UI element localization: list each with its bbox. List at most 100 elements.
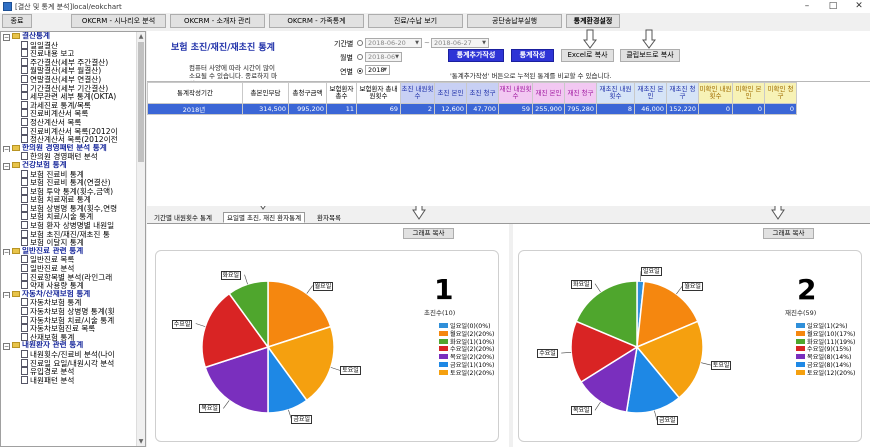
tree-item[interactable]: 산재보험 통계 bbox=[1, 332, 138, 341]
table-cell[interactable]: 2018년 bbox=[147, 103, 243, 115]
tree-group[interactable]: − 한의원 경영패턴 분석 통계 bbox=[1, 144, 138, 153]
stats-settings-button[interactable]: 통계환경설정 bbox=[566, 14, 620, 28]
graph-copy-button-right[interactable]: 그래프 복사 bbox=[763, 228, 814, 239]
tree-item[interactable]: 자동차보험 치료/시술 통계 bbox=[1, 315, 138, 324]
column-header[interactable]: 미확인 본인 bbox=[732, 82, 765, 104]
tree-item[interactable]: 내원패턴 분석 bbox=[1, 375, 138, 384]
treatment-payment-button[interactable]: 진료/수납 보기 bbox=[368, 14, 463, 28]
year-select[interactable]: 2018 ▼ bbox=[365, 65, 390, 75]
collapse-icon[interactable]: − bbox=[3, 34, 10, 41]
tree-item[interactable]: 세무관련 세부 통계(OKTA) bbox=[1, 92, 138, 101]
period-radio[interactable] bbox=[357, 40, 363, 46]
column-header[interactable]: 재초진 청구 bbox=[666, 82, 699, 104]
tree-item[interactable]: 기간결산(세부 기간결산) bbox=[1, 83, 138, 92]
table-cell[interactable]: 11 bbox=[326, 103, 357, 115]
tree-item[interactable]: 보험 투약 통계(횟수,금액) bbox=[1, 186, 138, 195]
add-stats-button[interactable]: 통계추가작성 bbox=[448, 49, 504, 62]
tree-item[interactable]: 한의원 경영패턴 분석 bbox=[1, 152, 138, 161]
tree-item[interactable]: 주간결산(세부 주간결산) bbox=[1, 57, 138, 66]
tree-item[interactable]: 보험 진료비 통계 bbox=[1, 169, 138, 178]
tree-group[interactable]: − 건강보험 통계 bbox=[1, 161, 138, 170]
tree-item[interactable]: 내원횟수/진료비 분석(나이 bbox=[1, 349, 138, 359]
tree-item[interactable]: 자동차보험 상병명 통계(횟 bbox=[1, 307, 138, 316]
scroll-down-icon[interactable]: ▼ bbox=[137, 437, 145, 446]
tree-item[interactable]: 진료비계산서 목록 bbox=[1, 109, 138, 118]
tree-item[interactable]: 일반진료 목록 bbox=[1, 255, 138, 264]
collapse-icon[interactable]: − bbox=[3, 291, 10, 299]
close-button[interactable]: ✕ bbox=[848, 0, 870, 13]
column-header[interactable]: 보험환자 총수 bbox=[326, 82, 357, 104]
tree-item[interactable]: 연말결산(세부 연결산) bbox=[1, 74, 138, 84]
month-picker[interactable]: 2018-06 ▼ bbox=[365, 52, 402, 62]
table-cell[interactable]: 8 bbox=[596, 103, 635, 115]
tree-item[interactable]: 약재 사용량 통계 bbox=[1, 281, 138, 290]
tree-item[interactable]: 자동차보험 통계 bbox=[1, 298, 138, 307]
column-header[interactable]: 총청구금액 bbox=[288, 82, 327, 104]
nhis-payment-button[interactable]: 공단송납부실행 bbox=[467, 14, 562, 28]
column-header[interactable]: 총본인부담 bbox=[242, 82, 289, 104]
tab-patient-list[interactable]: 환자목록 bbox=[313, 212, 345, 223]
maximize-button[interactable]: □ bbox=[822, 0, 844, 13]
column-header[interactable]: 통계작성기간 bbox=[147, 82, 243, 104]
tree-item[interactable]: 보험 치료재료 통계 bbox=[1, 195, 138, 204]
table-cell[interactable]: 255,900 bbox=[532, 103, 565, 115]
table-cell[interactable]: 995,200 bbox=[288, 103, 327, 115]
exit-button[interactable]: 종료 bbox=[2, 14, 32, 28]
graph-copy-button-left[interactable]: 그래프 복사 bbox=[403, 228, 454, 239]
okcrm-referrer-button[interactable]: OKCRM - 소개자 관리 bbox=[170, 14, 265, 28]
table-cell[interactable]: 152,220 bbox=[666, 103, 699, 115]
table-cell[interactable]: 12,600 bbox=[434, 103, 467, 115]
collapse-icon[interactable]: − bbox=[3, 162, 10, 170]
column-header[interactable]: 초진 내원횟수 bbox=[400, 82, 435, 104]
column-header[interactable]: 초진 본인 bbox=[434, 82, 467, 104]
tree-item[interactable]: 자동차보험진료 목록 bbox=[1, 324, 138, 333]
excel-copy-button[interactable]: Excel로 복사 bbox=[561, 49, 614, 62]
column-header[interactable]: 재초진 본인 bbox=[634, 82, 667, 104]
table-cell[interactable]: 47,700 bbox=[466, 103, 499, 115]
column-header[interactable]: 보험환자 총내원횟수 bbox=[356, 82, 401, 104]
tree-item[interactable]: 정산계산서 목록(2012이전 bbox=[1, 135, 138, 144]
scroll-up-icon[interactable]: ▲ bbox=[137, 32, 145, 41]
tree-item[interactable]: 과세진료 통계/목록 bbox=[1, 100, 138, 109]
tree-item[interactable]: 보험 진료비 통계(연결산) bbox=[1, 178, 138, 187]
tree-item[interactable]: 진료일 요일/내원시각 분석 bbox=[1, 358, 138, 367]
column-header[interactable]: 초진 청구 bbox=[466, 82, 499, 104]
collapse-icon[interactable]: − bbox=[3, 343, 10, 350]
column-header[interactable]: 재초진 내원횟수 bbox=[596, 82, 635, 104]
tree-item[interactable]: 유입경로 분석 bbox=[1, 367, 138, 376]
table-cell[interactable]: 0 bbox=[764, 103, 797, 115]
tab-period-visits[interactable]: 기간별 내원횟수 통계 bbox=[150, 212, 216, 223]
tree-item[interactable]: 보험 환자 상병명별 내원일 bbox=[1, 221, 138, 230]
clipboard-copy-button[interactable]: 클립보드로 복사 bbox=[620, 49, 680, 62]
tree-group[interactable]: − 일반진료 관련 통계 bbox=[1, 247, 138, 256]
okcrm-family-button[interactable]: OKCRM - 가족통계 bbox=[269, 14, 364, 28]
scroll-thumb[interactable] bbox=[138, 42, 144, 162]
collapse-icon[interactable]: − bbox=[3, 145, 10, 153]
column-header[interactable]: 미확인 내원횟수 bbox=[698, 82, 733, 104]
table-row[interactable]: 2018년 314,500 995,200 11 69 2 12,600 47,700 59 25… bbox=[147, 103, 797, 115]
tree-item[interactable]: 정산계산서 목록 bbox=[1, 117, 138, 127]
tree-item[interactable]: 월말결산(세부 월결산) bbox=[1, 66, 138, 75]
tree-item[interactable]: 보험 이달지 통계 bbox=[1, 238, 138, 247]
tree-item[interactable]: 보험 치료/시술 통계 bbox=[1, 212, 138, 221]
date-to-picker[interactable]: 2018-06-27 ▼ bbox=[431, 38, 489, 48]
tree-scrollbar[interactable]: ▲ ▼ bbox=[136, 32, 145, 446]
table-cell[interactable]: 69 bbox=[356, 103, 401, 115]
tree-item[interactable]: 보험 상병명 통계(횟수,연령 bbox=[1, 203, 138, 212]
table-cell[interactable]: 795,280 bbox=[564, 103, 597, 115]
tree-group[interactable]: − 내원환자 관련 통계 bbox=[1, 341, 138, 350]
tree-group[interactable]: − 자동차/산재보험 통계 bbox=[1, 290, 138, 299]
tree-item[interactable]: 진료비계산서 목록(2012이 bbox=[1, 126, 138, 135]
chart-splitter[interactable] bbox=[509, 224, 513, 447]
okcrm-scenario-button[interactable]: OKCRM - 시나리오 분석 bbox=[71, 14, 166, 28]
collapse-icon[interactable]: − bbox=[3, 248, 10, 256]
column-header[interactable]: 미확인 청구 bbox=[764, 82, 797, 104]
tree-item[interactable]: 일일결산 bbox=[1, 40, 138, 49]
tree-item[interactable]: 진료내용 보고 bbox=[1, 49, 138, 58]
column-header[interactable]: 재진 본인 bbox=[532, 82, 565, 104]
create-stats-button[interactable]: 통계작성 bbox=[511, 49, 554, 62]
tree-item[interactable]: 진료항목별 분석(라인그래 bbox=[1, 272, 138, 281]
table-cell[interactable]: 2 bbox=[400, 103, 435, 115]
table-cell[interactable]: 314,500 bbox=[242, 103, 289, 115]
table-cell[interactable]: 46,000 bbox=[634, 103, 667, 115]
